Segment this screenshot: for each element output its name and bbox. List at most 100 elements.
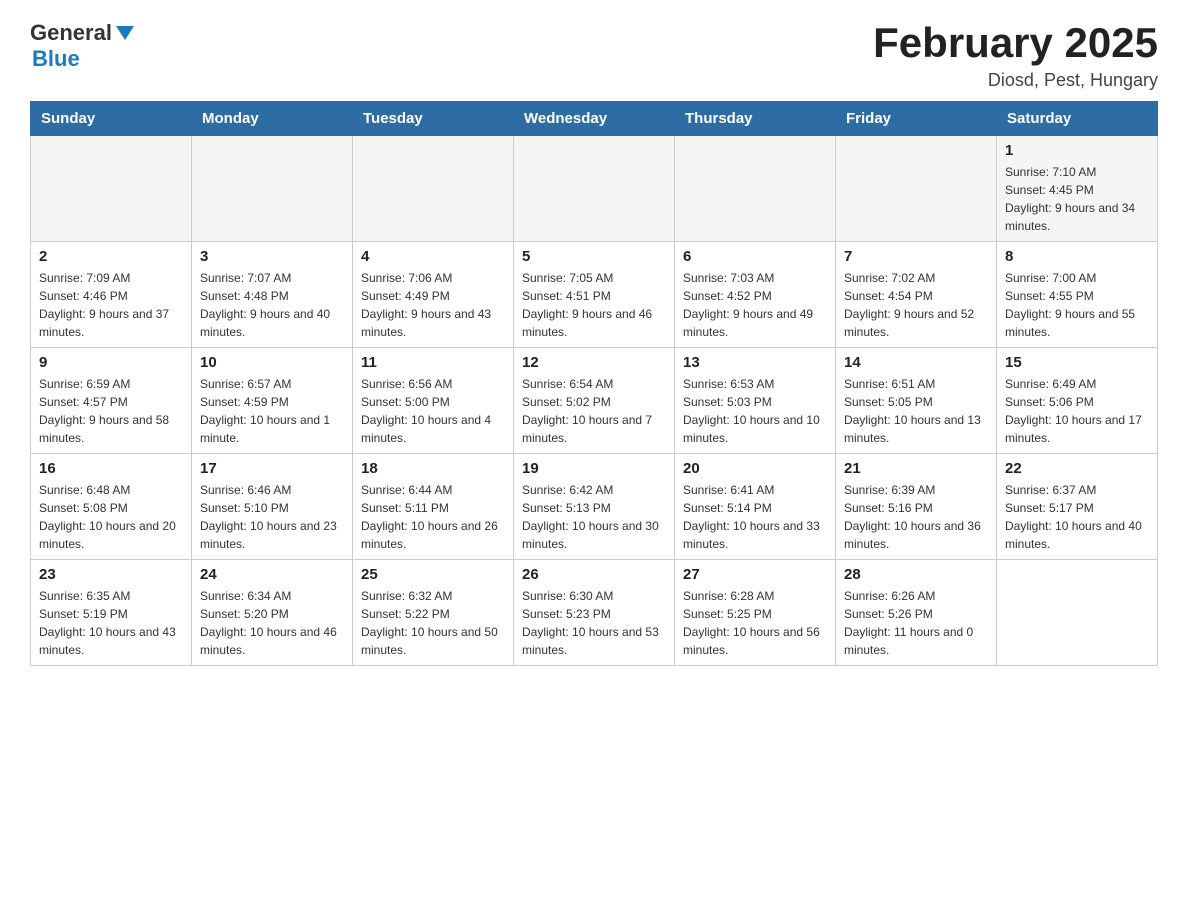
day-info: Sunrise: 6:37 AM Sunset: 5:17 PM Dayligh…	[1005, 481, 1149, 553]
month-title: February 2025	[873, 20, 1158, 66]
week-row-1: 1Sunrise: 7:10 AM Sunset: 4:45 PM Daylig…	[31, 136, 1158, 242]
day-info: Sunrise: 7:06 AM Sunset: 4:49 PM Dayligh…	[361, 269, 505, 341]
calendar-cell: 22Sunrise: 6:37 AM Sunset: 5:17 PM Dayli…	[997, 454, 1158, 560]
day-number: 2	[39, 248, 183, 265]
calendar-cell: 7 Sunrise: 7:02 AM Sunset: 4:54 PM Daylig…	[836, 242, 997, 348]
day-number: 25	[361, 566, 505, 583]
day-number: 28	[844, 566, 988, 583]
weekday-header-tuesday: Tuesday	[353, 102, 514, 136]
day-number: 18	[361, 460, 505, 477]
day-info: Sunrise: 6:49 AM Sunset: 5:06 PM Dayligh…	[1005, 375, 1149, 447]
logo-arrow-icon	[116, 26, 134, 40]
day-info: Sunrise: 6:53 AM Sunset: 5:03 PM Dayligh…	[683, 375, 827, 447]
day-number: 19	[522, 460, 666, 477]
calendar-cell	[353, 136, 514, 242]
calendar-cell: 25Sunrise: 6:32 AM Sunset: 5:22 PM Dayli…	[353, 560, 514, 666]
week-row-2: 2 Sunrise: 7:09 AM Sunset: 4:46 PM Daylig…	[31, 242, 1158, 348]
day-number: 16	[39, 460, 183, 477]
day-info: Sunrise: 7:07 AM Sunset: 4:48 PM Dayligh…	[200, 269, 344, 341]
day-number: 11	[361, 354, 505, 371]
day-number: 15	[1005, 354, 1149, 371]
calendar-cell	[836, 136, 997, 242]
week-row-4: 16Sunrise: 6:48 AM Sunset: 5:08 PM Dayli…	[31, 454, 1158, 560]
day-number: 4	[361, 248, 505, 265]
week-row-3: 9 Sunrise: 6:59 AM Sunset: 4:57 PM Daylig…	[31, 348, 1158, 454]
calendar-cell	[997, 560, 1158, 666]
day-info: Sunrise: 7:02 AM Sunset: 4:54 PM Dayligh…	[844, 269, 988, 341]
day-info: Sunrise: 6:35 AM Sunset: 5:19 PM Dayligh…	[39, 587, 183, 659]
day-info: Sunrise: 6:54 AM Sunset: 5:02 PM Dayligh…	[522, 375, 666, 447]
day-number: 8	[1005, 248, 1149, 265]
day-number: 9	[39, 354, 183, 371]
day-info: Sunrise: 7:03 AM Sunset: 4:52 PM Dayligh…	[683, 269, 827, 341]
day-number: 27	[683, 566, 827, 583]
calendar-cell: 26Sunrise: 6:30 AM Sunset: 5:23 PM Dayli…	[514, 560, 675, 666]
day-info: Sunrise: 6:28 AM Sunset: 5:25 PM Dayligh…	[683, 587, 827, 659]
calendar-cell: 3 Sunrise: 7:07 AM Sunset: 4:48 PM Daylig…	[192, 242, 353, 348]
calendar-cell: 17 Sunrise: 6:46 AM Sunset: 5:10 PM Dayli…	[192, 454, 353, 560]
day-number: 13	[683, 354, 827, 371]
week-row-5: 23 Sunrise: 6:35 AM Sunset: 5:19 PM Dayli…	[31, 560, 1158, 666]
calendar-cell: 4 Sunrise: 7:06 AM Sunset: 4:49 PM Daylig…	[353, 242, 514, 348]
day-number: 23	[39, 566, 183, 583]
calendar-table: SundayMondayTuesdayWednesdayThursdayFrid…	[30, 101, 1158, 666]
day-number: 21	[844, 460, 988, 477]
day-number: 20	[683, 460, 827, 477]
day-info: Sunrise: 6:51 AM Sunset: 5:05 PM Dayligh…	[844, 375, 988, 447]
calendar-cell: 15 Sunrise: 6:49 AM Sunset: 5:06 PM Dayli…	[997, 348, 1158, 454]
calendar-cell: 11 Sunrise: 6:56 AM Sunset: 5:00 PM Dayli…	[353, 348, 514, 454]
calendar-cell: 24 Sunrise: 6:34 AM Sunset: 5:20 PM Dayli…	[192, 560, 353, 666]
day-info: Sunrise: 7:10 AM Sunset: 4:45 PM Dayligh…	[1005, 163, 1149, 235]
calendar-cell: 9 Sunrise: 6:59 AM Sunset: 4:57 PM Daylig…	[31, 348, 192, 454]
day-info: Sunrise: 6:57 AM Sunset: 4:59 PM Dayligh…	[200, 375, 344, 447]
calendar-cell	[192, 136, 353, 242]
day-number: 7	[844, 248, 988, 265]
day-info: Sunrise: 6:26 AM Sunset: 5:26 PM Dayligh…	[844, 587, 988, 659]
weekday-header-row: SundayMondayTuesdayWednesdayThursdayFrid…	[31, 102, 1158, 136]
weekday-header-thursday: Thursday	[675, 102, 836, 136]
calendar-cell: 16Sunrise: 6:48 AM Sunset: 5:08 PM Dayli…	[31, 454, 192, 560]
calendar-cell: 28 Sunrise: 6:26 AM Sunset: 5:26 PM Dayli…	[836, 560, 997, 666]
day-number: 6	[683, 248, 827, 265]
day-number: 14	[844, 354, 988, 371]
calendar-cell: 8 Sunrise: 7:00 AM Sunset: 4:55 PM Daylig…	[997, 242, 1158, 348]
calendar-cell: 13 Sunrise: 6:53 AM Sunset: 5:03 PM Dayli…	[675, 348, 836, 454]
day-number: 3	[200, 248, 344, 265]
calendar-cell: 21Sunrise: 6:39 AM Sunset: 5:16 PM Dayli…	[836, 454, 997, 560]
day-info: Sunrise: 6:42 AM Sunset: 5:13 PM Dayligh…	[522, 481, 666, 553]
day-info: Sunrise: 7:09 AM Sunset: 4:46 PM Dayligh…	[39, 269, 183, 341]
weekday-header-sunday: Sunday	[31, 102, 192, 136]
calendar-cell: 6 Sunrise: 7:03 AM Sunset: 4:52 PM Daylig…	[675, 242, 836, 348]
title-block: February 2025 Diosd, Pest, Hungary	[873, 20, 1158, 91]
day-number: 12	[522, 354, 666, 371]
calendar-cell: 2 Sunrise: 7:09 AM Sunset: 4:46 PM Daylig…	[31, 242, 192, 348]
logo: General Blue	[30, 20, 134, 72]
calendar-cell: 10 Sunrise: 6:57 AM Sunset: 4:59 PM Dayli…	[192, 348, 353, 454]
calendar-cell	[675, 136, 836, 242]
calendar-cell	[514, 136, 675, 242]
calendar-cell: 19 Sunrise: 6:42 AM Sunset: 5:13 PM Dayli…	[514, 454, 675, 560]
logo-general-text: General	[30, 20, 112, 46]
weekday-header-saturday: Saturday	[997, 102, 1158, 136]
calendar-cell: 12 Sunrise: 6:54 AM Sunset: 5:02 PM Dayli…	[514, 348, 675, 454]
day-number: 24	[200, 566, 344, 583]
day-info: Sunrise: 6:41 AM Sunset: 5:14 PM Dayligh…	[683, 481, 827, 553]
logo-blue-text: Blue	[32, 46, 80, 71]
day-number: 5	[522, 248, 666, 265]
day-info: Sunrise: 6:34 AM Sunset: 5:20 PM Dayligh…	[200, 587, 344, 659]
day-info: Sunrise: 7:05 AM Sunset: 4:51 PM Dayligh…	[522, 269, 666, 341]
weekday-header-monday: Monday	[192, 102, 353, 136]
calendar-cell: 23 Sunrise: 6:35 AM Sunset: 5:19 PM Dayli…	[31, 560, 192, 666]
day-number: 10	[200, 354, 344, 371]
calendar-cell: 1Sunrise: 7:10 AM Sunset: 4:45 PM Daylig…	[997, 136, 1158, 242]
calendar-cell: 27 Sunrise: 6:28 AM Sunset: 5:25 PM Dayli…	[675, 560, 836, 666]
day-number: 17	[200, 460, 344, 477]
weekday-header-wednesday: Wednesday	[514, 102, 675, 136]
day-info: Sunrise: 6:56 AM Sunset: 5:00 PM Dayligh…	[361, 375, 505, 447]
day-info: Sunrise: 6:46 AM Sunset: 5:10 PM Dayligh…	[200, 481, 344, 553]
day-info: Sunrise: 6:59 AM Sunset: 4:57 PM Dayligh…	[39, 375, 183, 447]
calendar-cell: 14 Sunrise: 6:51 AM Sunset: 5:05 PM Dayli…	[836, 348, 997, 454]
day-info: Sunrise: 7:00 AM Sunset: 4:55 PM Dayligh…	[1005, 269, 1149, 341]
day-info: Sunrise: 6:30 AM Sunset: 5:23 PM Dayligh…	[522, 587, 666, 659]
location-text: Diosd, Pest, Hungary	[873, 70, 1158, 91]
